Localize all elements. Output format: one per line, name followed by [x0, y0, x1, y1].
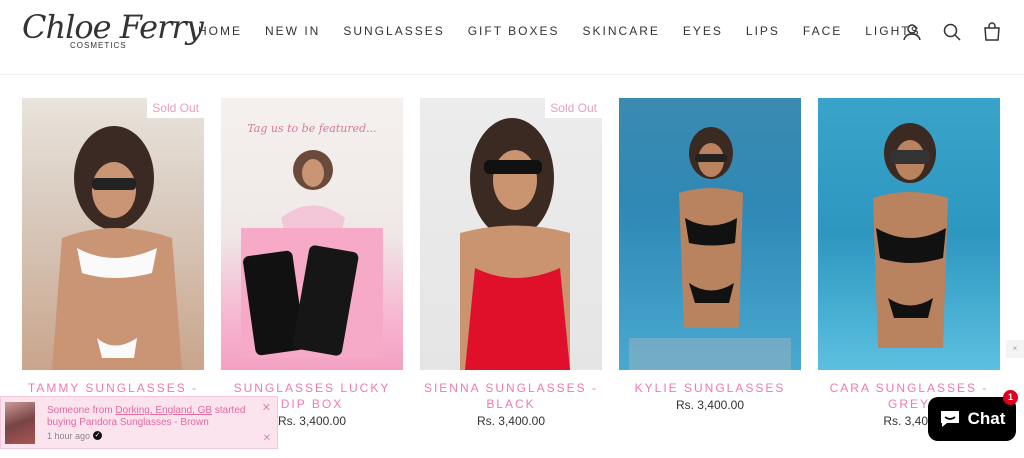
- cart-icon[interactable]: [980, 20, 1004, 44]
- site-header: Chloe Ferry COSMETICS HOME NEW IN SUNGLA…: [0, 0, 1024, 75]
- product-name[interactable]: SIENNA SUNGLASSES - BLACK: [420, 380, 602, 412]
- product-image[interactable]: [818, 98, 1000, 370]
- popup-product-thumbnail: [5, 402, 35, 444]
- account-icon[interactable]: [900, 20, 924, 44]
- product-image[interactable]: Sold Out: [22, 98, 204, 370]
- chat-label: Chat: [967, 409, 1006, 428]
- nav-eyes[interactable]: EYES: [683, 24, 723, 38]
- side-tab-toggle[interactable]: ×: [1006, 340, 1024, 358]
- popup-message: Someone from Dorking, England, GB starte…: [47, 405, 247, 429]
- popup-prefix: Someone from: [47, 405, 116, 416]
- search-icon[interactable]: [940, 20, 964, 44]
- nav-face[interactable]: FACE: [803, 24, 842, 38]
- brand-logo[interactable]: Chloe Ferry COSMETICS: [22, 8, 204, 58]
- chat-unread-badge: 1: [1003, 390, 1018, 405]
- chat-bubble-icon: [940, 411, 959, 427]
- product-card-kylie[interactable]: KYLIE SUNGLASSES Rs. 3,400.00: [619, 98, 801, 412]
- sold-out-badge: Sold Out: [545, 98, 602, 118]
- product-card-sienna[interactable]: Sold Out SIENNA SUNGLASSES - BLACK Rs. 3…: [420, 98, 602, 428]
- main-nav: HOME NEW IN SUNGLASSES GIFT BOXES SKINCA…: [198, 24, 944, 38]
- product-image[interactable]: Sold Out: [420, 98, 602, 370]
- product-name[interactable]: TAMMY SUNGLASSES -: [22, 380, 204, 396]
- nav-home[interactable]: HOME: [198, 24, 242, 38]
- product-image[interactable]: Tag us to be featured...: [221, 98, 403, 370]
- nav-sunglasses[interactable]: SUNGLASSES: [343, 24, 444, 38]
- chat-button[interactable]: Chat: [928, 397, 1016, 441]
- product-card-lucky-dip[interactable]: Tag us to be featured... SUNGLASSES LUCK…: [221, 98, 403, 428]
- nav-skincare[interactable]: SKINCARE: [583, 24, 660, 38]
- nav-new-in[interactable]: NEW IN: [265, 24, 320, 38]
- header-actions: [900, 20, 1004, 44]
- product-card-tammy[interactable]: Sold Out TAMMY SUNGLASSES -: [22, 98, 204, 398]
- verified-check-icon: ✓: [93, 431, 102, 440]
- product-price: Rs. 3,400.00: [675, 398, 745, 412]
- popup-secondary-close-icon[interactable]: ✕: [263, 433, 271, 444]
- sold-out-badge: Sold Out: [147, 98, 204, 118]
- product-name[interactable]: KYLIE SUNGLASSES: [619, 380, 801, 396]
- nav-gift-boxes[interactable]: GIFT BOXES: [468, 24, 560, 38]
- popup-time: 1 hour ago: [47, 431, 91, 441]
- product-card-cara[interactable]: CARA SUNGLASSES - GREY Rs. 3,400: [818, 98, 1000, 428]
- product-price: Rs. 3,400.00: [476, 414, 546, 428]
- recent-purchase-popup[interactable]: Someone from Dorking, England, GB starte…: [0, 396, 278, 449]
- product-image[interactable]: [619, 98, 801, 370]
- popup-close-icon[interactable]: ✕: [262, 401, 271, 414]
- popup-location[interactable]: Dorking, England, GB: [115, 405, 212, 416]
- brand-subtitle: COSMETICS: [70, 41, 127, 50]
- nav-lips[interactable]: LIPS: [746, 24, 780, 38]
- svg-text:Tag us to be featured...: Tag us to be featured...: [247, 122, 376, 135]
